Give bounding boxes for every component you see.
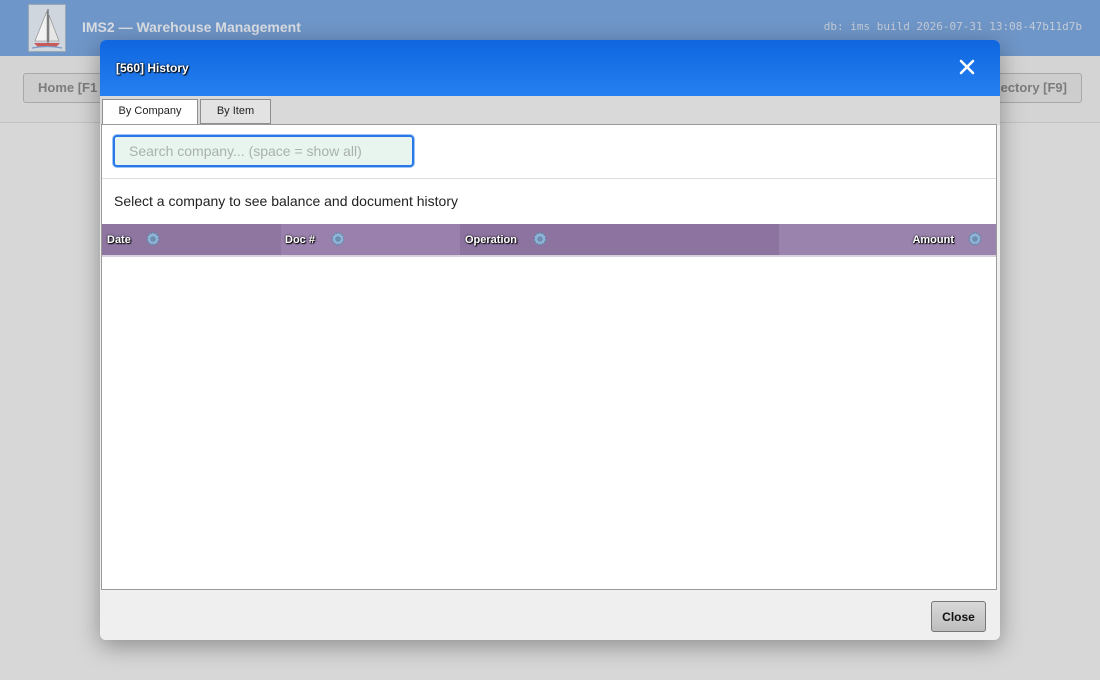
tab-by-company[interactable]: By Company bbox=[102, 99, 198, 125]
grid-body bbox=[102, 257, 996, 589]
tab-bar: By Company By Item bbox=[100, 96, 1000, 125]
tab-by-item[interactable]: By Item bbox=[200, 99, 271, 124]
history-dialog: [560] History By Company By Item Select … bbox=[100, 40, 1000, 640]
column-header-date[interactable]: Date bbox=[102, 224, 281, 255]
column-label: Amount bbox=[912, 234, 954, 246]
close-button[interactable]: Close bbox=[931, 601, 986, 632]
column-header-amount[interactable]: Amount bbox=[779, 224, 996, 255]
gear-icon[interactable] bbox=[329, 230, 347, 248]
dialog-titlebar: [560] History bbox=[100, 40, 1000, 96]
hint-text: Select a company to see balance and docu… bbox=[114, 193, 458, 209]
column-header-doc-number[interactable]: Doc # bbox=[281, 224, 460, 255]
gear-icon[interactable] bbox=[144, 230, 162, 248]
company-search-input[interactable] bbox=[113, 135, 414, 167]
build-info: db: ims build 2026-07-31 13:08-47b11d7b bbox=[823, 20, 1082, 33]
app-title: IMS2 — Warehouse Management bbox=[82, 19, 301, 35]
gear-icon[interactable] bbox=[966, 230, 984, 248]
column-label: Operation bbox=[465, 234, 517, 246]
column-label: Date bbox=[107, 234, 131, 246]
dialog-title: [560] History bbox=[116, 61, 189, 75]
gear-icon[interactable] bbox=[531, 230, 549, 248]
close-icon[interactable] bbox=[954, 54, 980, 80]
dialog-footer: Close bbox=[100, 592, 1000, 640]
grid-header: Date Doc # Operation Amount bbox=[102, 224, 996, 257]
tab-content: Select a company to see balance and docu… bbox=[101, 124, 997, 590]
search-row bbox=[102, 125, 996, 179]
column-label: Doc # bbox=[285, 234, 315, 246]
column-header-operation[interactable]: Operation bbox=[460, 224, 779, 255]
sailboat-logo bbox=[28, 4, 66, 52]
